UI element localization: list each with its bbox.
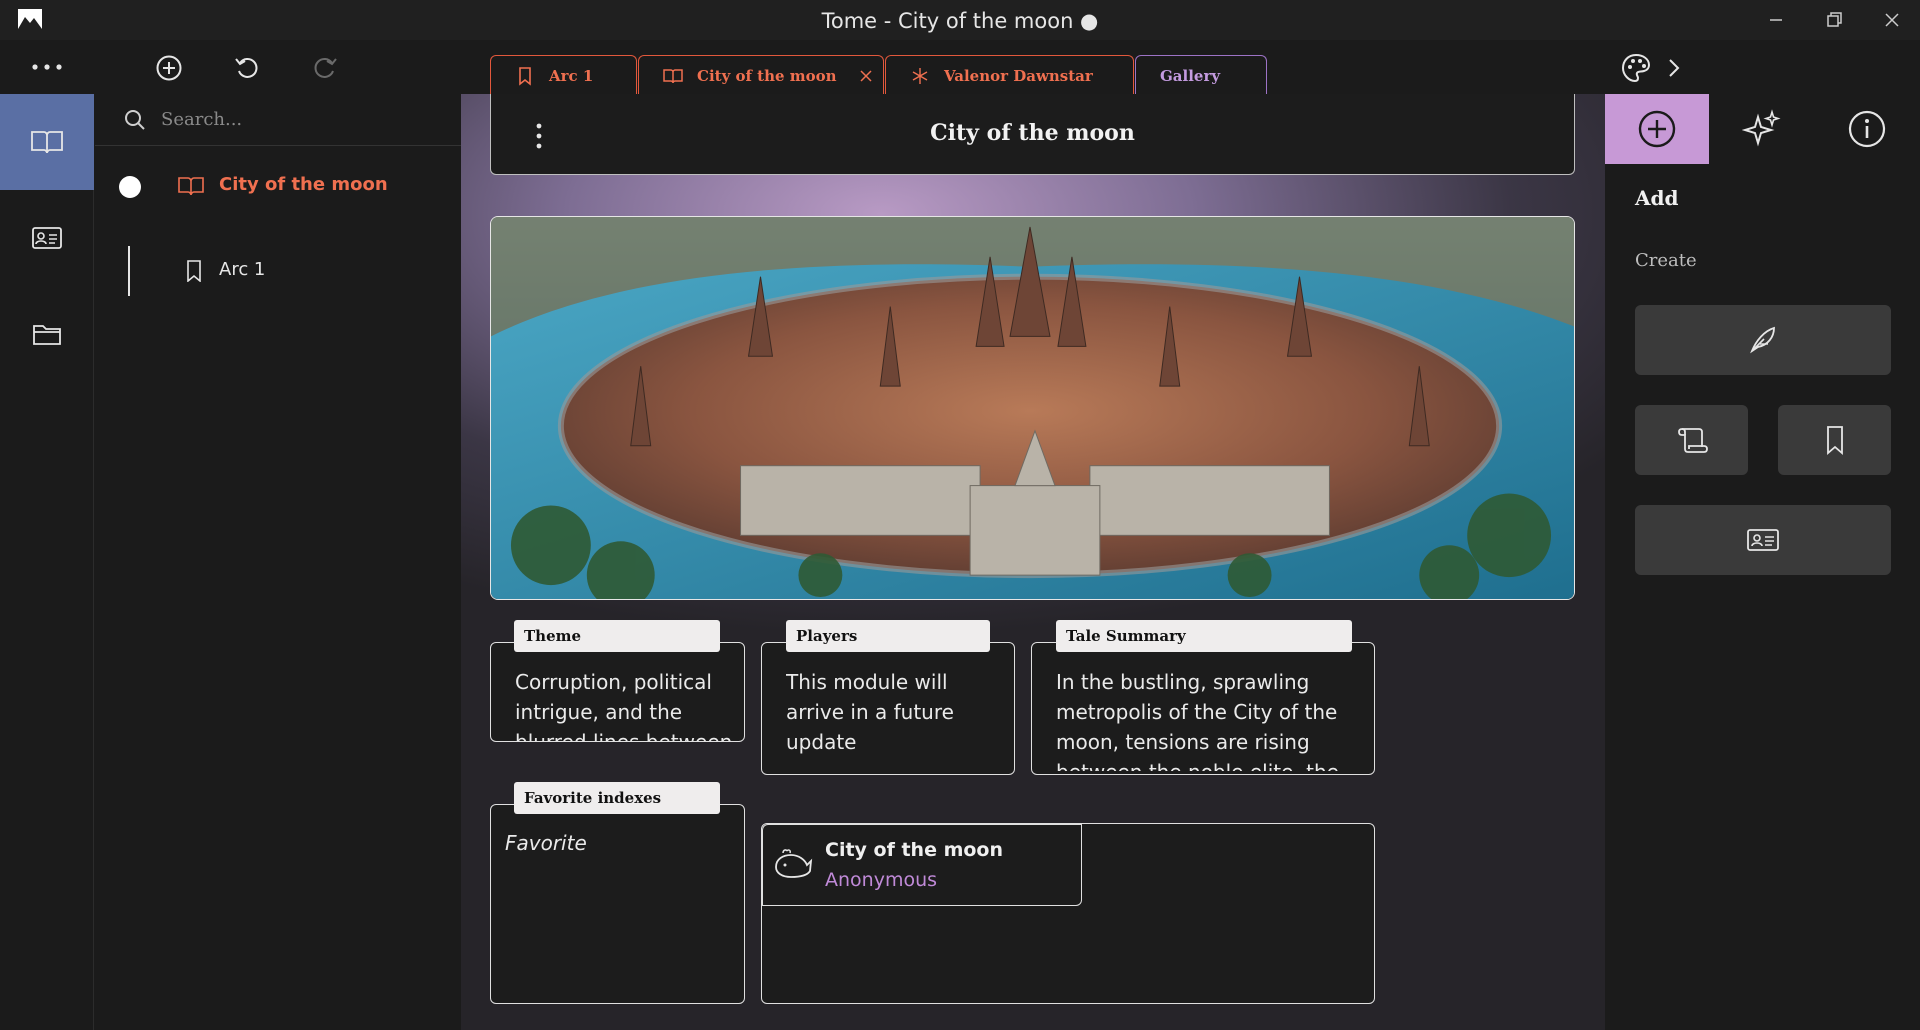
panel-subheading: Create	[1635, 250, 1697, 271]
tab-label: Gallery	[1160, 66, 1221, 85]
page-header: City of the moon	[490, 94, 1575, 175]
more-options-icon[interactable]	[30, 58, 64, 76]
bookmark-icon	[519, 66, 531, 86]
redo-icon[interactable]	[311, 54, 339, 82]
rail-item-files[interactable]	[0, 286, 94, 382]
info-tab[interactable]	[1815, 94, 1919, 164]
search-input[interactable]	[161, 109, 441, 130]
palette-icon[interactable]	[1620, 52, 1652, 84]
tab-gallery[interactable]: Gallery	[1135, 55, 1267, 95]
tree-item-label: Arc 1	[219, 259, 266, 280]
tab-valenor-dawnstar[interactable]: Valenor Dawnstar	[885, 55, 1134, 95]
whale-icon	[775, 849, 813, 878]
add-tab[interactable]	[1605, 94, 1709, 164]
window-title: Tome - City of the moon ●	[821, 9, 1099, 33]
rail-item-books[interactable]	[0, 94, 94, 190]
tab-label: Arc 1	[549, 66, 594, 85]
ai-tab[interactable]	[1710, 94, 1814, 164]
main-content: City of the moon Corruption, political i…	[461, 94, 1605, 1030]
bookmark-icon	[187, 260, 201, 282]
tale-summary-label: Tale Summary	[1056, 620, 1352, 652]
right-panel: Add Create	[1605, 94, 1920, 1030]
left-rail	[0, 94, 94, 1030]
tale-summary-text: In the bustling, sprawling metropolis of…	[1056, 670, 1339, 771]
create-character-button[interactable]	[1635, 505, 1891, 575]
theme-text: Corruption, political intrigue, and the …	[515, 670, 732, 741]
theme-card[interactable]: Corruption, political intrigue, and the …	[490, 642, 745, 742]
book-icon	[663, 68, 683, 83]
close-icon[interactable]	[859, 69, 873, 83]
scroll-icon	[1677, 428, 1708, 453]
create-page-button[interactable]	[1635, 305, 1891, 375]
undo-icon[interactable]	[233, 54, 261, 82]
id-card-icon	[32, 227, 62, 249]
create-scroll-button[interactable]	[1635, 405, 1748, 475]
page-title: City of the moon	[930, 120, 1135, 146]
tree-item-arc-1[interactable]: Arc 1	[95, 246, 461, 296]
tab-city-of-the-moon[interactable]: City of the moon	[638, 55, 884, 95]
info-icon	[1848, 110, 1886, 148]
tale-summary-card[interactable]: In the bustling, sprawling metropolis of…	[1031, 642, 1375, 775]
linked-entry-title: City of the moon	[825, 839, 1004, 861]
restore-icon[interactable]	[1822, 8, 1846, 32]
book-icon	[178, 177, 204, 196]
city-illustration[interactable]	[490, 216, 1575, 600]
tree-item-label: City of the moon	[219, 174, 388, 195]
linked-entry-author: Anonymous	[825, 869, 938, 891]
players-label: Players	[786, 620, 990, 652]
book-icon	[31, 131, 63, 154]
search-icon	[125, 109, 145, 130]
linked-entry-chip[interactable]: City of the moon Anonymous	[762, 824, 1082, 906]
add-circle-icon[interactable]	[155, 54, 183, 82]
minimize-icon[interactable]	[1764, 8, 1788, 32]
panel-heading: Add	[1635, 186, 1679, 210]
favorite-indexes-card[interactable]: Favorite	[490, 804, 745, 1004]
title-bar: Tome - City of the moon ●	[0, 0, 1920, 40]
chevron-right-icon[interactable]	[1664, 56, 1684, 80]
players-card[interactable]: This module will arrive in a future upda…	[761, 642, 1015, 775]
selected-dot-icon	[119, 176, 141, 198]
rail-item-characters[interactable]	[0, 190, 94, 286]
favorite-indexes-label: Favorite indexes	[514, 782, 720, 814]
asterisk-icon	[912, 67, 928, 84]
folder-icon	[33, 325, 61, 345]
create-bookmark-button[interactable]	[1778, 405, 1891, 475]
close-window-icon[interactable]	[1880, 8, 1904, 32]
tab-arc-1[interactable]: Arc 1	[490, 55, 637, 95]
quill-icon	[1750, 326, 1775, 354]
favorite-text: Favorite	[505, 831, 587, 855]
tree-item-city-of-the-moon[interactable]: City of the moon	[95, 161, 461, 211]
add-circle-icon	[1638, 110, 1676, 148]
tab-label: Valenor Dawnstar	[944, 66, 1093, 85]
explorer-panel: City of the moon Arc 1	[95, 94, 461, 1030]
sparkles-icon	[1742, 109, 1781, 147]
tab-label: City of the moon	[697, 66, 837, 85]
linked-entries-card: City of the moon Anonymous	[761, 823, 1375, 1004]
theme-label: Theme	[514, 620, 720, 652]
bookmark-icon	[1826, 426, 1843, 455]
search-bar	[95, 94, 461, 146]
id-card-icon	[1747, 529, 1779, 551]
players-text: This module will arrive in a future upda…	[786, 670, 954, 754]
